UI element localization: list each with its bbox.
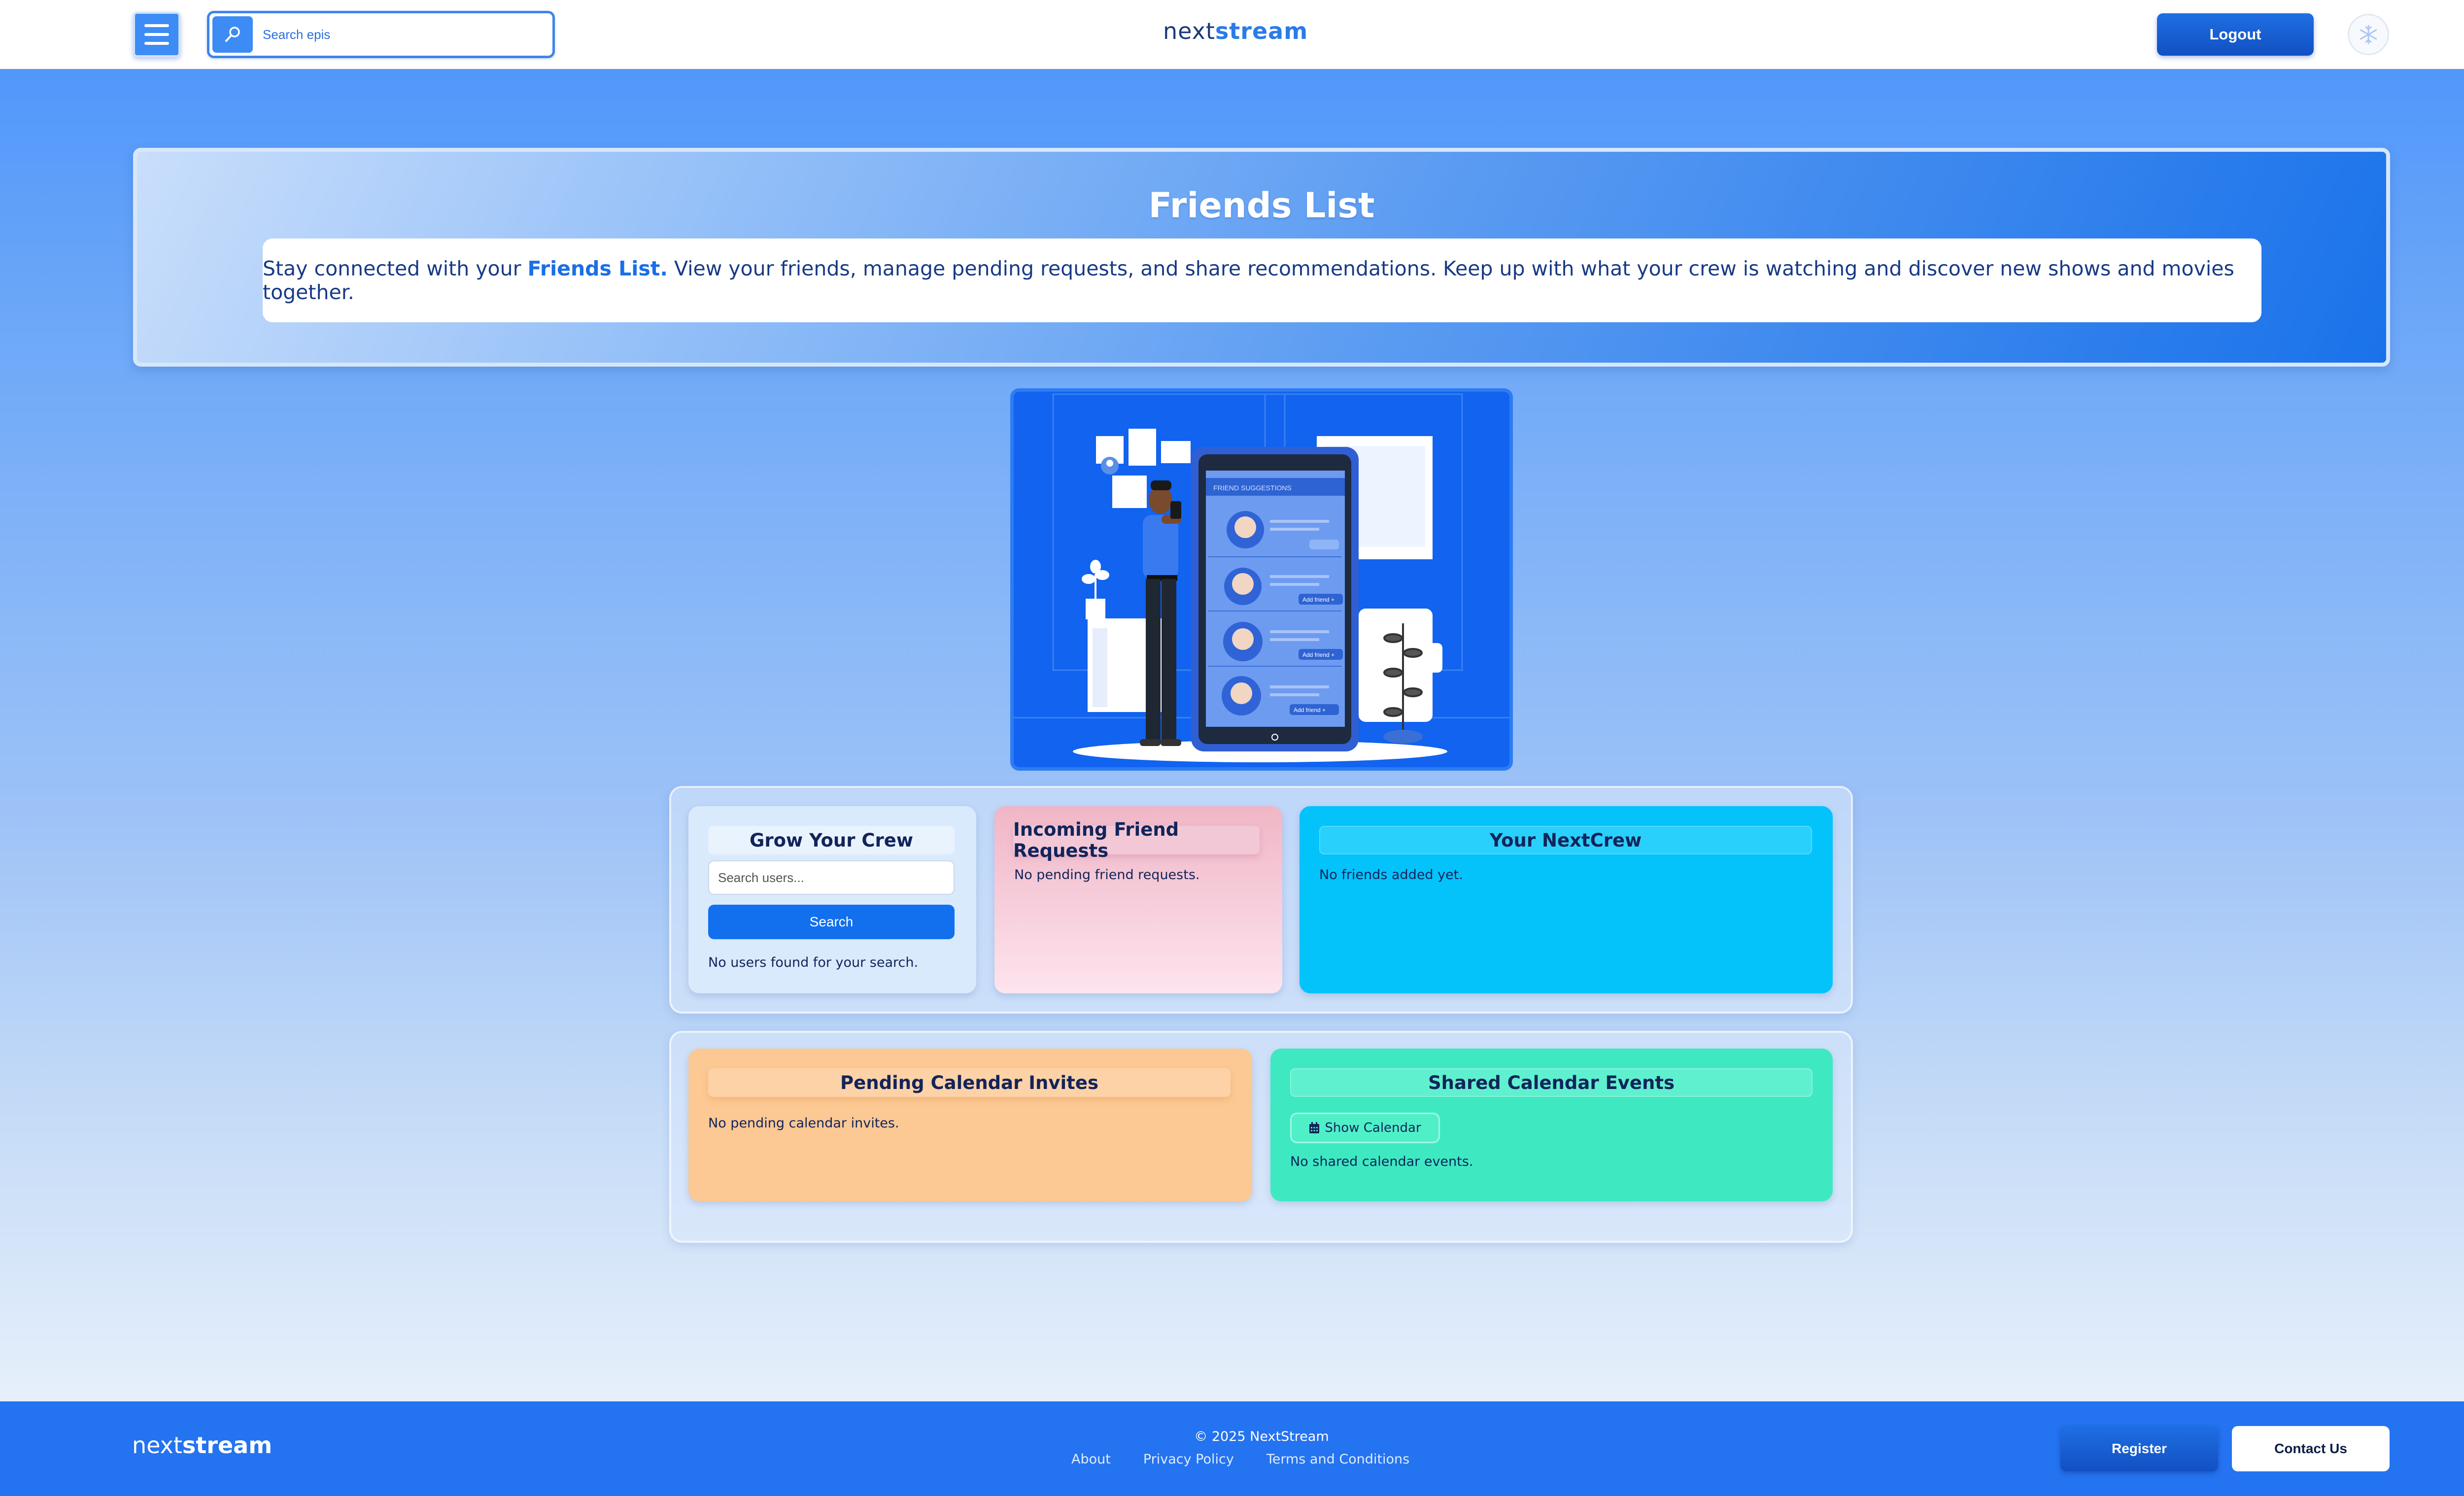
calendar-icon bbox=[1309, 1122, 1320, 1133]
page-title: Friends List bbox=[1148, 185, 1375, 226]
register-button[interactable]: Register bbox=[2060, 1426, 2218, 1471]
hero-intro-text: Stay connected with your Friends List. V… bbox=[263, 257, 2261, 304]
user-search-button[interactable]: Search bbox=[708, 905, 955, 939]
crew-empty-text: No friends added yet. bbox=[1319, 867, 1463, 883]
shared-calendar-card: Shared Calendar Events Show Calendar No … bbox=[1270, 1049, 1833, 1201]
menu-icon-bar bbox=[144, 33, 169, 36]
top-navbar: nextstream Logout bbox=[0, 0, 2464, 69]
grow-empty-text: No users found for your search. bbox=[708, 955, 919, 970]
footer-links: About Privacy Policy Terms and Condition… bbox=[1071, 1452, 1409, 1467]
shared-cal-empty-text: No shared calendar events. bbox=[1290, 1154, 1473, 1169]
menu-toggle-button[interactable] bbox=[133, 12, 180, 57]
footer-link-privacy[interactable]: Privacy Policy bbox=[1143, 1452, 1234, 1467]
show-calendar-button[interactable]: Show Calendar bbox=[1290, 1113, 1440, 1143]
add-friend-label: Add friend + bbox=[1294, 707, 1326, 714]
your-nextcrew-card: Your NextCrew No friends added yet. bbox=[1300, 806, 1833, 993]
show-calendar-label: Show Calendar bbox=[1325, 1121, 1421, 1135]
logout-button[interactable]: Logout bbox=[2157, 13, 2314, 56]
friend-suggestions-illustration: FRIEND SUGGESTIONS Add friend + Add frie… bbox=[1014, 393, 1509, 762]
incoming-requests-card: Incoming Friend Requests No pending frie… bbox=[994, 806, 1282, 993]
pending-cal-title: Pending Calendar Invites bbox=[708, 1068, 1231, 1097]
friends-hero-banner: Friends List Stay connected with your Fr… bbox=[133, 148, 2390, 367]
add-friend-label: Add friend + bbox=[1302, 596, 1335, 603]
brand-logo-part1: next bbox=[1163, 18, 1215, 44]
theme-toggle-button[interactable] bbox=[2348, 14, 2389, 55]
incoming-card-title: Incoming Friend Requests bbox=[1013, 819, 1260, 861]
snowflake-icon bbox=[2360, 25, 2377, 44]
menu-icon-bar bbox=[144, 24, 169, 27]
pending-cal-empty-text: No pending calendar invites. bbox=[708, 1116, 899, 1131]
shared-cal-title: Shared Calendar Events bbox=[1290, 1068, 1813, 1097]
search-icon[interactable] bbox=[212, 16, 253, 53]
grow-your-crew-card: Grow Your Crew Search No users found for… bbox=[688, 806, 976, 993]
episode-search-input[interactable] bbox=[263, 23, 539, 46]
brand-logo-part2: stream bbox=[1215, 18, 1308, 44]
grow-card-title: Grow Your Crew bbox=[708, 826, 955, 854]
pending-calendar-card: Pending Calendar Invites No pending cale… bbox=[688, 1049, 1252, 1201]
brand-logo[interactable]: nextstream bbox=[1163, 18, 1360, 49]
footer-link-about[interactable]: About bbox=[1071, 1452, 1111, 1467]
menu-icon-bar bbox=[144, 42, 169, 45]
intro-text-start: Stay connected with your bbox=[263, 257, 528, 280]
episode-search-box bbox=[207, 11, 555, 58]
hero-intro-box: Stay connected with your Friends List. V… bbox=[263, 238, 2261, 322]
add-friend-label: Add friend + bbox=[1302, 651, 1335, 658]
contact-us-button[interactable]: Contact Us bbox=[2232, 1426, 2390, 1471]
footer-link-terms[interactable]: Terms and Conditions bbox=[1266, 1452, 1409, 1467]
crew-card-title: Your NextCrew bbox=[1319, 826, 1812, 854]
intro-highlight: Friends List. bbox=[527, 257, 668, 280]
incoming-empty-text: No pending friend requests. bbox=[1014, 867, 1200, 883]
phone-header-text: FRIEND SUGGESTIONS bbox=[1213, 484, 1292, 492]
site-footer: nextstream © 2025 NextStream About Priva… bbox=[0, 1401, 2464, 1496]
user-search-input[interactable] bbox=[708, 860, 955, 895]
friends-illustration: FRIEND SUGGESTIONS Add friend + Add frie… bbox=[1010, 388, 1513, 771]
